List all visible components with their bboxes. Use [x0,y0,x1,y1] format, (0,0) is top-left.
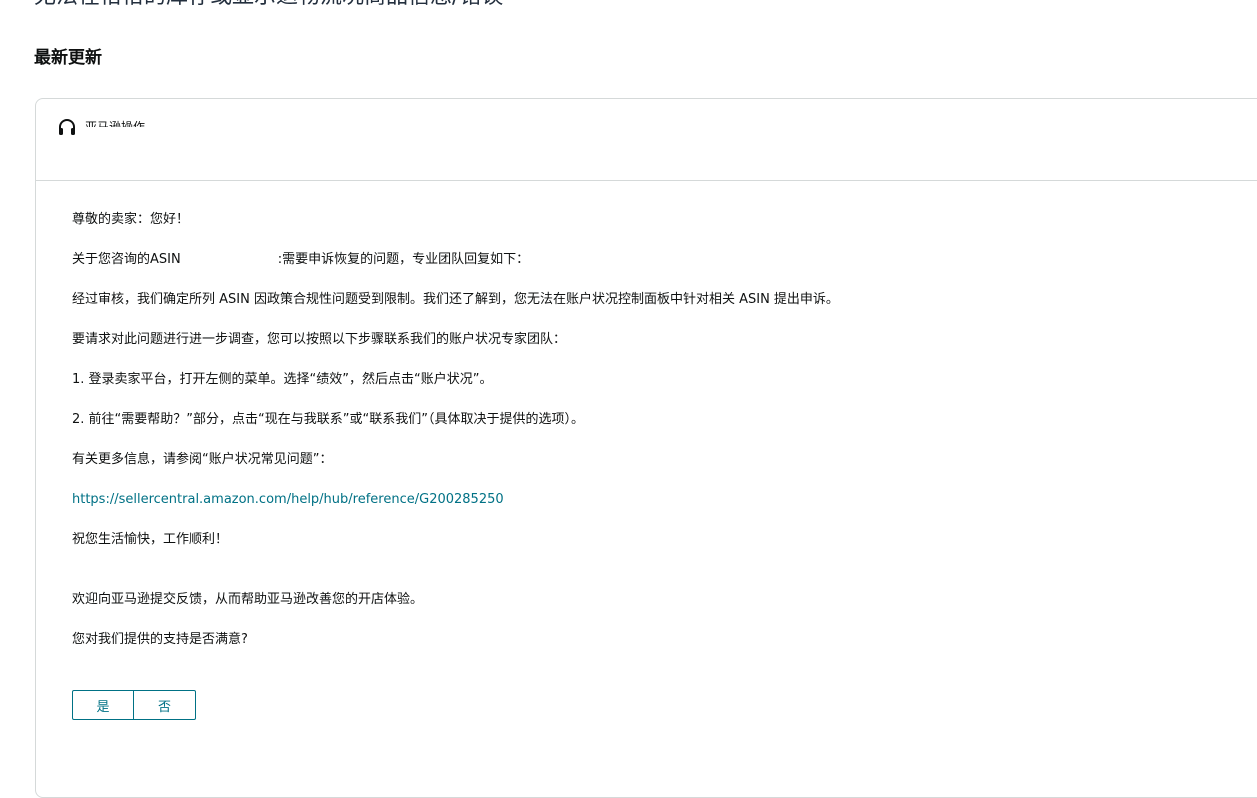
help-link[interactable]: https://sellercentral.amazon.com/help/hu… [72,492,504,507]
satisfaction-question: 您对我们提供的支持是否满意? [72,632,248,647]
update-card: 亚马逊操作 尊敬的卖家：您好！ 关于您咨询的ASIN :需要申诉恢复的问题，专业团… [35,98,1257,798]
section-title: 最新更新 [34,48,102,68]
asin-suffix: :需要申诉恢复的问题，专业团队回复如下： [277,252,530,267]
headset-icon [59,119,75,135]
step-2-text: 2. 前往“需要帮助？”部分，点击“现在与我联系”或“联系我们”（具体取决于提供… [72,412,584,427]
asin-line: 关于您咨询的ASIN :需要申诉恢复的问题，专业团队回复如下： [72,251,529,269]
step-1-text: 1. 登录卖家平台，打开左侧的菜单。选择“绩效”，然后点击“账户状况”。 [72,372,493,387]
greeting-text: 尊敬的卖家：您好！ [72,212,190,227]
wish-text: 祝您生活愉快，工作顺利！ [72,532,229,547]
review-text: 经过审核，我们确定所列 ASIN 因政策合规性问题受到限制。我们还了解到，您无法… [72,292,839,307]
no-button[interactable]: 否 [134,690,196,720]
card-header-label: 亚马逊操作 [85,120,146,127]
page-heading: 无法在恰恰的库存或显示退物流况商品信息/错误 [34,0,503,10]
request-text: 要请求对此问题进行进一步调查，您可以按照以下步骤联系我们的账户状况专家团队： [72,332,567,347]
asin-prefix: 关于您咨询的ASIN [72,252,181,267]
card-header: 亚马逊操作 [36,99,1257,181]
feedback-text: 欢迎向亚马逊提交反馈，从而帮助亚马逊改善您的开店体验。 [72,592,424,607]
yes-button[interactable]: 是 [72,690,134,720]
help-link-row: https://sellercentral.amazon.com/help/hu… [72,491,504,509]
more-info-text: 有关更多信息，请参阅“账户状况常见问题”： [72,452,333,467]
